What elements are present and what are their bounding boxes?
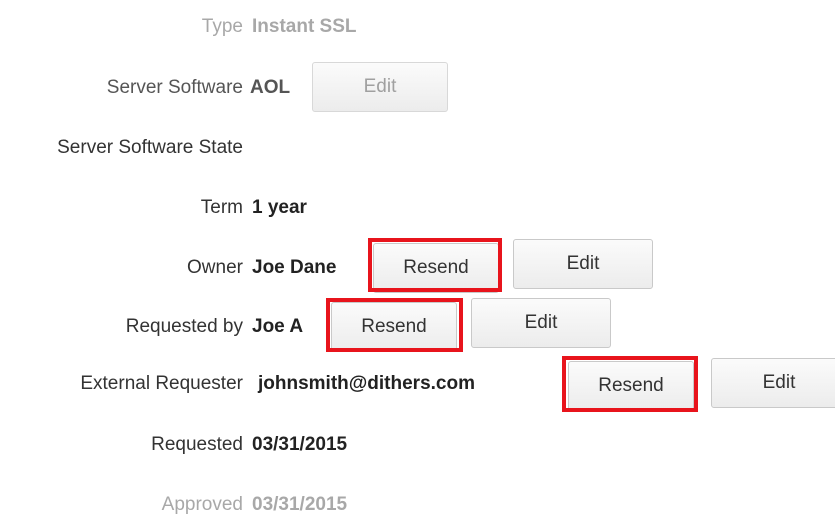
server-software-edit-button[interactable]: Edit <box>312 62 448 112</box>
server-software-label: Server Software <box>106 77 243 98</box>
type-label: Type <box>201 16 243 37</box>
requested-value: 03/31/2015 <box>252 434 348 455</box>
type-value: Instant SSL <box>252 16 357 37</box>
server-software-row: Server Software AOL Edit <box>0 62 835 112</box>
external-requester-value: johnsmith@dithers.com <box>258 373 475 394</box>
owner-label: Owner <box>187 257 243 278</box>
owner-value: Joe Dane <box>252 257 337 278</box>
owner-resend-highlight <box>368 238 502 292</box>
approved-label: Approved <box>161 494 243 515</box>
requested-by-resend-highlight <box>326 298 463 352</box>
requested-row: Requested 03/31/2015 <box>0 425 835 465</box>
server-software-state-label: Server Software State <box>57 137 243 158</box>
approved-value: 03/31/2015 <box>252 494 348 515</box>
requested-by-value: Joe A <box>252 316 304 337</box>
term-row: Term 1 year <box>0 188 835 228</box>
owner-edit-button[interactable]: Edit <box>513 239 653 289</box>
type-row: Type Instant SSL <box>0 7 835 47</box>
server-software-state-row: Server Software State <box>0 128 835 168</box>
term-label: Term <box>200 197 243 218</box>
requested-by-row: Requested by Joe A Resend Edit <box>0 298 835 352</box>
requested-label: Requested <box>151 434 243 455</box>
server-software-value: AOL <box>250 77 291 98</box>
external-requester-resend-highlight <box>562 356 698 412</box>
external-requester-row: External Requester johnsmith@dithers.com… <box>0 356 835 412</box>
owner-row: Owner Joe Dane Resend Edit <box>0 238 835 293</box>
approved-row: Approved 03/31/2015 <box>0 485 835 525</box>
requested-by-edit-button[interactable]: Edit <box>471 298 611 348</box>
external-requester-label: External Requester <box>80 373 243 394</box>
requested-by-label: Requested by <box>125 316 243 337</box>
external-requester-edit-button[interactable]: Edit <box>711 358 835 408</box>
term-value: 1 year <box>252 197 307 218</box>
